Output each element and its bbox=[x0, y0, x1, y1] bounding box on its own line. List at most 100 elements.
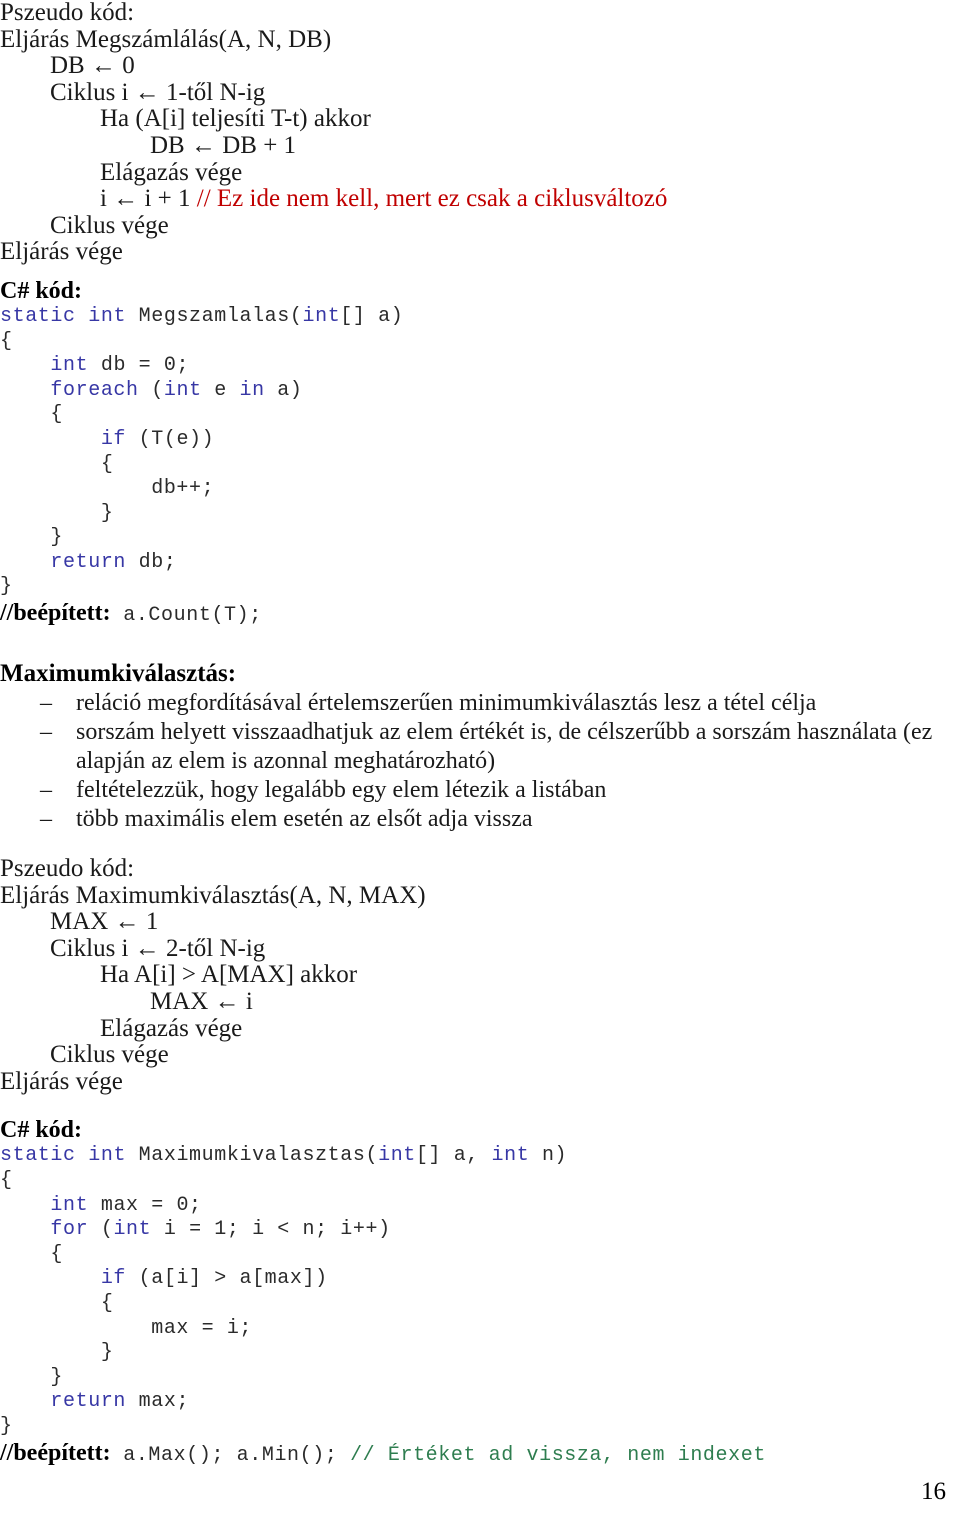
code-text: (T(e)) bbox=[126, 427, 215, 451]
code-keyword: int bbox=[378, 1144, 416, 1168]
builtin-comment: // Értéket ad vissza, nem indexet bbox=[350, 1443, 766, 1467]
code-line: return db; bbox=[0, 551, 960, 576]
pseudo-line-comment: // Ez ide nem kell, mert ez csak a ciklu… bbox=[196, 185, 668, 213]
bullet-list: – reláció megfordításával értelemszerűen … bbox=[0, 689, 960, 834]
code-keyword: return bbox=[50, 550, 127, 574]
pseudo-code-line: Eljárás vége bbox=[0, 239, 960, 266]
code-text: e bbox=[201, 378, 240, 402]
code-text: db = 0; bbox=[88, 354, 190, 378]
code-line: if (a[i] > a[max]) bbox=[0, 1267, 960, 1292]
pseudo-code-line: Eljárás vége bbox=[0, 1067, 960, 1096]
code-line: return max; bbox=[0, 1390, 960, 1415]
pseudo-line-text: Eljárás vége bbox=[0, 1067, 123, 1095]
code-text: [] a, bbox=[415, 1144, 492, 1168]
code-line: } bbox=[0, 1415, 960, 1440]
bullet-row: – reláció megfordításával értelemszerűen … bbox=[0, 689, 960, 718]
pseudo-code-line: Ciklus vége bbox=[0, 1041, 960, 1069]
pseudo-code-line: MAX ← 1 bbox=[0, 908, 960, 936]
code-text: max = 0; bbox=[88, 1193, 202, 1217]
code-line: { bbox=[0, 1292, 960, 1317]
bullet-text: reláció megfordításával értelemszerűen m… bbox=[76, 690, 817, 717]
pseudo-code-line: Ha A[i] > A[MAX] akkor bbox=[0, 962, 960, 989]
pseudo-line-text: Ciklus vége bbox=[0, 1041, 169, 1069]
builtin-note: //beépített: a.Count(T); bbox=[0, 600, 960, 629]
list-item: – reláció megfordításával értelemszerűen … bbox=[0, 689, 960, 718]
code-text: db; bbox=[126, 550, 177, 574]
bullet-text: több maximális elem esetén az elsőt adja… bbox=[76, 806, 533, 833]
code-text: { bbox=[0, 329, 13, 353]
code-line: max = i; bbox=[0, 1317, 960, 1342]
code-keyword: if bbox=[100, 427, 127, 451]
pseudo-line-text: Eljárás vége bbox=[0, 238, 123, 266]
pseudo-code-line: Ciklus i ← 2-től N-ig bbox=[0, 935, 960, 963]
code-text: } bbox=[0, 1341, 114, 1365]
pseudo-code-line: Ciklus vége bbox=[0, 212, 960, 240]
section-heading: Maximumkiválasztás: bbox=[0, 660, 237, 688]
code-line: { bbox=[0, 403, 960, 428]
code-line: foreach (int e in a) bbox=[0, 379, 960, 404]
pseudo-line-text: DB ← DB + 1 bbox=[0, 131, 297, 159]
code-text: ( bbox=[88, 1218, 114, 1242]
pseudo-code-line: DB ← DB + 1 bbox=[0, 131, 960, 160]
bullet-row: – több maximális elem esetén az elsőt adj… bbox=[0, 805, 960, 834]
code-line: static int Megszamlalas(int[] a) bbox=[0, 305, 960, 330]
pseudo-line-text: Ciklus i ← 1-től N-ig bbox=[0, 78, 266, 106]
code-text: max = i; bbox=[0, 1316, 253, 1340]
code-keyword: int bbox=[491, 1144, 530, 1168]
bullet-dash-icon: – bbox=[40, 777, 52, 804]
bullet-dash-icon: – bbox=[40, 719, 52, 746]
pseudo-code-line: Eljárás Maximumkiválasztás(A, N, MAX) bbox=[0, 882, 960, 910]
pseudo-line-text: DB ← 0 bbox=[0, 52, 135, 80]
builtin-note: //beépített: a.Max(); a.Min(); // Értéke… bbox=[0, 1440, 960, 1469]
pseudo-code-body: Eljárás Megszámlálás(A, N, DB) DB ← 0 Ci… bbox=[0, 26, 960, 266]
code-text: max; bbox=[126, 1390, 190, 1414]
code-line: } bbox=[0, 575, 960, 600]
code-keyword: int bbox=[163, 378, 202, 402]
csharp-code-body: static int Maximumkivalasztas(int[] a, i… bbox=[0, 1144, 960, 1439]
bullet-text: sorszám helyett visszaadhatjuk az elem é… bbox=[76, 719, 933, 746]
builtin-label: //beépített: bbox=[0, 600, 111, 627]
section-megszamlalas-pseudo: Pszeudo kód: Eljárás Megszámlálás(A, N, … bbox=[0, 0, 960, 266]
pseudo-code-line: Elágazás vége bbox=[0, 1014, 960, 1043]
code-keyword: return bbox=[50, 1390, 127, 1414]
pseudo-code-line: Ciklus i ← 1-től N-ig bbox=[0, 78, 960, 107]
list-item: – feltételezzük, hogy legalább egy elem l… bbox=[0, 776, 960, 805]
list-item: – sorszám helyett visszaadhatjuk az elem … bbox=[0, 718, 960, 776]
code-text: } bbox=[0, 1414, 13, 1438]
pseudo-code-line: Ha (A[i] teljesíti T-t) akkor bbox=[0, 106, 960, 133]
csharp-code-body: static int Megszamlalas(int[] a){ int db… bbox=[0, 305, 960, 600]
pseudo-line-text: i ← i + 1 bbox=[0, 185, 197, 213]
bullet-text-continuation: alapján az elem is azonnal meghatározhat… bbox=[76, 748, 496, 775]
code-line: if (T(e)) bbox=[0, 428, 960, 453]
document-page: Pszeudo kód: Eljárás Megszámlálás(A, N, … bbox=[0, 0, 960, 1514]
code-line: } bbox=[0, 526, 960, 551]
code-keyword: int bbox=[88, 1144, 127, 1168]
pseudo-label: Pszeudo kód: bbox=[0, 0, 135, 26]
code-text: { bbox=[0, 452, 114, 476]
code-keyword: if bbox=[100, 1267, 127, 1291]
pseudo-line-text: MAX ← i bbox=[0, 988, 253, 1016]
pseudo-line-text: Elágazás vége bbox=[0, 1014, 243, 1042]
code-line: } bbox=[0, 502, 960, 527]
code-text: { bbox=[0, 1169, 13, 1192]
pseudo-line-text: Ha A[i] > A[MAX] akkor bbox=[0, 961, 358, 989]
code-text: } bbox=[0, 1365, 64, 1389]
builtin-code: a.Max(); a.Min(); bbox=[110, 1443, 351, 1467]
code-text: a) bbox=[264, 378, 303, 402]
code-text: [] a) bbox=[340, 304, 404, 328]
code-line: static int Maximumkivalasztas(int[] a, i… bbox=[0, 1144, 960, 1169]
code-keyword: static bbox=[0, 304, 76, 328]
code-keyword: static bbox=[0, 1144, 76, 1168]
bullet-dash-icon: – bbox=[40, 690, 52, 717]
code-line: int max = 0; bbox=[0, 1194, 960, 1219]
code-keyword: int bbox=[50, 1193, 89, 1217]
pseudo-code-line: i ← i + 1 // Ez ide nem kell, mert ez cs… bbox=[0, 185, 960, 213]
csharp-label: C# kód: bbox=[0, 277, 83, 304]
code-text: } bbox=[0, 526, 64, 550]
code-text: Megszamlalas( bbox=[126, 304, 303, 328]
